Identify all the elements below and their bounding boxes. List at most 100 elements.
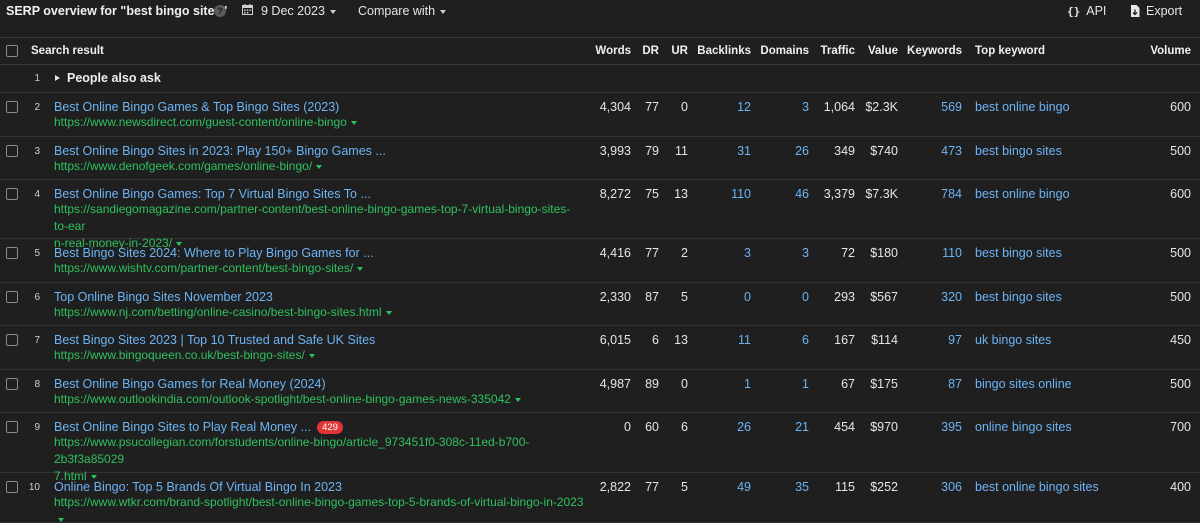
people-also-ask-row[interactable]: 1 People also ask (0, 65, 1200, 93)
result-title-link[interactable]: Top Online Bingo Sites November 2023 (54, 290, 273, 304)
export-button[interactable]: Export (1130, 4, 1182, 18)
row-checkbox[interactable] (6, 291, 18, 303)
cell-backlinks[interactable]: 49 (737, 480, 751, 494)
row-checkbox[interactable] (6, 188, 18, 200)
cell-backlinks[interactable]: 11 (738, 333, 751, 347)
chevron-down-icon[interactable] (308, 353, 315, 358)
select-all-checkbox[interactable] (6, 45, 18, 57)
cell-keywords[interactable]: 320 (941, 290, 962, 304)
result-url[interactable]: https://www.wtkr.com/brand-spotlight/bes… (54, 494, 584, 523)
result-title-link[interactable]: Best Bingo Sites 2024: Where to Play Bin… (54, 246, 374, 260)
cell-backlinks[interactable]: 31 (737, 144, 751, 158)
row-checkbox[interactable] (6, 247, 18, 259)
cell-backlinks[interactable]: 1 (744, 377, 751, 391)
cell-dr: 77 (645, 246, 659, 260)
chevron-down-icon[interactable] (58, 517, 64, 522)
cell-domains[interactable]: 0 (802, 290, 809, 304)
cell-backlinks[interactable]: 3 (744, 246, 751, 260)
cell-domains[interactable]: 6 (802, 333, 809, 347)
cell-words: 4,304 (599, 100, 631, 114)
cell-backlinks[interactable]: 0 (744, 290, 751, 304)
cell-domains[interactable]: 21 (795, 420, 809, 434)
chevron-down-icon (329, 9, 336, 14)
result-url[interactable]: https://www.wishtv.com/partner-content/b… (54, 260, 584, 277)
cell-top-keyword[interactable]: best online bingo (975, 100, 1070, 114)
col-traffic[interactable]: Traffic (820, 45, 855, 57)
cell-words: 0 (624, 420, 631, 434)
cell-domains[interactable]: 3 (802, 246, 809, 260)
chevron-down-icon[interactable] (385, 310, 392, 315)
cell-backlinks[interactable]: 26 (737, 420, 751, 434)
result-title-link[interactable]: Best Online Bingo Games for Real Money (… (54, 377, 326, 391)
cell-top-keyword[interactable]: best online bingo sites (975, 480, 1099, 494)
api-button[interactable]: {} API (1067, 4, 1106, 18)
cell-backlinks[interactable]: 12 (737, 100, 751, 114)
result-url[interactable]: https://www.denofgeek.com/games/online-b… (54, 158, 584, 175)
cell-top-keyword[interactable]: best bingo sites (975, 144, 1062, 158)
row-number: 2 (34, 102, 40, 113)
result-url[interactable]: https://www.outlookindia.com/outlook-spo… (54, 391, 584, 408)
row-checkbox[interactable] (6, 334, 18, 346)
cell-domains[interactable]: 46 (795, 187, 809, 201)
calendar-icon (242, 4, 253, 15)
issue-badge[interactable]: 429 (317, 421, 343, 434)
cell-traffic: 1,064 (823, 100, 855, 114)
cell-top-keyword[interactable]: best online bingo (975, 187, 1070, 201)
expand-triangle-icon[interactable] (55, 75, 60, 81)
date-picker[interactable]: 9 Dec 2023 (261, 4, 336, 18)
row-checkbox[interactable] (6, 481, 18, 493)
cell-keywords[interactable]: 87 (948, 377, 962, 391)
cell-keywords[interactable]: 306 (941, 480, 962, 494)
result-url[interactable]: https://www.newsdirect.com/guest-content… (54, 114, 584, 131)
result-title-link[interactable]: Best Online Bingo Games: Top 7 Virtual B… (54, 187, 371, 201)
result-url-text: https://www.outlookindia.com/outlook-spo… (54, 392, 511, 406)
cell-keywords[interactable]: 395 (941, 420, 962, 434)
cell-keywords[interactable]: 110 (942, 246, 962, 260)
col-top-keyword[interactable]: Top keyword (975, 45, 1045, 57)
row-checkbox[interactable] (6, 145, 18, 157)
cell-top-keyword[interactable]: online bingo sites (975, 420, 1072, 434)
compare-with-dropdown[interactable]: Compare with (358, 4, 447, 18)
result-title-link[interactable]: Best Online Bingo Games & Top Bingo Site… (54, 100, 339, 114)
result-title-link[interactable]: Best Online Bingo Sites to Play Real Mon… (54, 420, 343, 434)
col-keywords[interactable]: Keywords (907, 45, 962, 57)
export-icon (1131, 5, 1140, 17)
cell-top-keyword[interactable]: bingo sites online (975, 377, 1072, 391)
result-title-link[interactable]: Best Online Bingo Sites in 2023: Play 15… (54, 144, 386, 158)
cell-domains[interactable]: 1 (802, 377, 809, 391)
cell-keywords[interactable]: 569 (941, 100, 962, 114)
row-checkbox[interactable] (6, 421, 18, 433)
cell-top-keyword[interactable]: best bingo sites (975, 290, 1062, 304)
col-backlinks[interactable]: Backlinks (697, 45, 751, 57)
cell-keywords[interactable]: 97 (948, 333, 962, 347)
col-ur[interactable]: UR (671, 45, 688, 57)
cell-ur: 0 (681, 377, 688, 391)
cell-backlinks[interactable]: 110 (731, 187, 751, 201)
result-title-link[interactable]: Best Bingo Sites 2023 | Top 10 Trusted a… (54, 333, 375, 347)
cell-domains[interactable]: 3 (802, 100, 809, 114)
result-title-link[interactable]: Online Bingo: Top 5 Brands Of Virtual Bi… (54, 480, 342, 494)
cell-domains[interactable]: 26 (795, 144, 809, 158)
col-volume[interactable]: Volume (1150, 45, 1191, 57)
row-checkbox[interactable] (6, 378, 18, 390)
col-search-result[interactable]: Search result (31, 45, 104, 57)
chevron-down-icon[interactable] (357, 266, 364, 271)
cell-domains[interactable]: 35 (795, 480, 809, 494)
result-url[interactable]: https://www.nj.com/betting/online-casino… (54, 304, 584, 321)
col-words[interactable]: Words (595, 45, 631, 57)
result-url[interactable]: https://www.bingoqueen.co.uk/best-bingo-… (54, 347, 584, 364)
col-domains[interactable]: Domains (760, 45, 809, 57)
result-title: Best Online Bingo Games: Top 7 Virtual B… (54, 187, 371, 201)
row-checkbox[interactable] (6, 101, 18, 113)
cell-top-keyword[interactable]: uk bingo sites (975, 333, 1051, 347)
chevron-down-icon[interactable] (350, 120, 357, 125)
cell-keywords[interactable]: 473 (941, 144, 962, 158)
chevron-down-icon[interactable] (316, 164, 323, 169)
chevron-down-icon[interactable] (514, 397, 521, 402)
cell-keywords[interactable]: 784 (941, 187, 962, 201)
help-icon[interactable]: ? (214, 5, 226, 17)
col-dr[interactable]: DR (642, 45, 659, 57)
col-value[interactable]: Value (868, 45, 898, 57)
cell-top-keyword[interactable]: best bingo sites (975, 246, 1062, 260)
result-title: Best Online Bingo Games & Top Bingo Site… (54, 100, 340, 114)
